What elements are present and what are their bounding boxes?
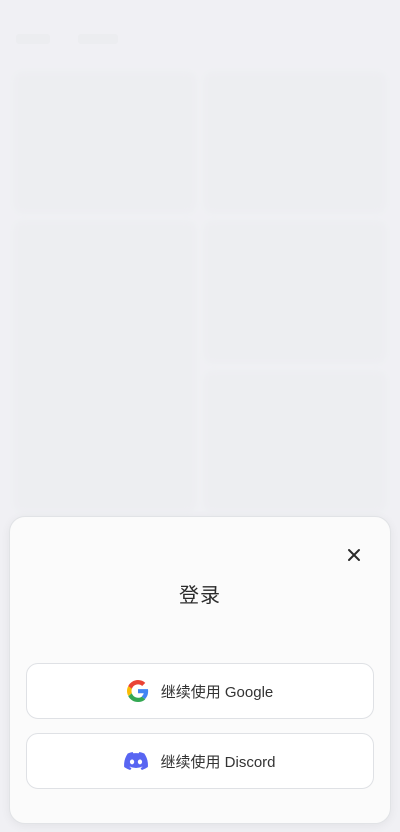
continue-with-google-button[interactable]: 继续使用 Google: [26, 663, 374, 719]
google-button-label: 继续使用 Google: [160, 683, 274, 701]
login-sheet: 登录 继续使用 Google 继续使用 Discord: [9, 516, 391, 824]
close-button[interactable]: [342, 543, 366, 567]
continue-with-discord-button[interactable]: 继续使用 Discord: [26, 733, 374, 789]
google-logo-icon: [126, 680, 149, 702]
discord-logo-icon: [124, 752, 149, 770]
sheet-title: 登录: [179, 585, 221, 607]
discord-button-label: 继续使用 Discord: [160, 753, 276, 771]
close-icon: [348, 549, 360, 561]
